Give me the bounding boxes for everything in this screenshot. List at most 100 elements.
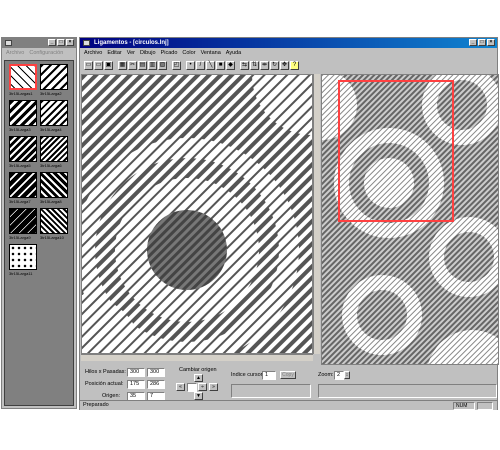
swatch-label: 3tr15Larga7 bbox=[9, 199, 31, 204]
swatch-label: 3tr15Larga6 bbox=[40, 163, 62, 168]
swatch-thumbnail[interactable] bbox=[9, 244, 37, 270]
flip-h-icon[interactable]: ⇆ bbox=[240, 60, 249, 70]
pos-x-field[interactable]: 175 bbox=[127, 380, 145, 389]
swatch-label: 3tr15Largas1 bbox=[9, 91, 33, 96]
cut-icon[interactable]: ✂ bbox=[128, 60, 137, 70]
menu-color[interactable]: Color bbox=[182, 50, 195, 56]
main-title: Ligamentos - [circulos.lnj] bbox=[94, 40, 169, 46]
swatch-label: 3tr15Larga9 bbox=[9, 235, 31, 240]
app-icon bbox=[83, 40, 90, 46]
editor-vertical-scrollbar[interactable] bbox=[313, 74, 320, 354]
swatch-label: 3tr15Larga10 bbox=[40, 235, 64, 240]
swatch-thumbnail[interactable] bbox=[9, 208, 37, 234]
swatch-label: 3tr15Larga8 bbox=[40, 199, 62, 204]
swatch-thumbnail[interactable] bbox=[9, 136, 37, 162]
palette-menubar: Archivo Configuración bbox=[2, 48, 76, 58]
paste-icon[interactable]: ▥ bbox=[148, 60, 157, 70]
menu-ayuda[interactable]: Ayuda bbox=[226, 50, 242, 56]
palette-titlebar[interactable]: _ □ × bbox=[2, 38, 76, 48]
swatch-thumbnail[interactable] bbox=[40, 136, 68, 162]
zoom-spinner[interactable]: ↕ bbox=[344, 371, 350, 379]
indice-cursor-field[interactable]: 1 bbox=[262, 371, 276, 380]
swatch-thumbnail[interactable] bbox=[40, 208, 68, 234]
maximize-button[interactable]: □ bbox=[57, 39, 65, 46]
pasadas-field[interactable]: 300 bbox=[147, 368, 165, 377]
swatch-label: 3tr15Larga2 bbox=[40, 91, 62, 96]
rotate-icon[interactable]: ↻ bbox=[270, 60, 279, 70]
save-icon[interactable]: ▣ bbox=[104, 60, 113, 70]
toolbar: ▭ ▭ ▣ ▦ ✂ ▤ ▥ ▨ ◰ • / ╲ ■ ◆ ⇆ ⇅ ⇹ ↻ ✥? bbox=[80, 59, 497, 71]
move-icon[interactable]: ✥ bbox=[280, 60, 289, 70]
menu-ver[interactable]: Ver bbox=[127, 50, 135, 56]
origin-right-fast-button[interactable]: » bbox=[209, 383, 218, 391]
print-icon[interactable]: ▨ bbox=[158, 60, 167, 70]
hilos-field[interactable]: 300 bbox=[127, 368, 145, 377]
minimize-button[interactable]: _ bbox=[469, 39, 477, 46]
zoom-icon[interactable]: ◰ bbox=[172, 60, 181, 70]
status-text: Preparado bbox=[83, 402, 109, 408]
swatch-thumbnail[interactable] bbox=[40, 64, 68, 90]
origin-down-button[interactable]: ▼ bbox=[194, 392, 203, 400]
line-icon[interactable]: ╲ bbox=[206, 60, 215, 70]
origin-up-button[interactable]: ▲ bbox=[194, 374, 203, 382]
pointer-icon[interactable]: • bbox=[186, 60, 195, 70]
weave-editor-canvas[interactable] bbox=[81, 74, 313, 354]
open-icon[interactable]: ▭ bbox=[94, 60, 103, 70]
swatch-thumbnail[interactable] bbox=[9, 100, 37, 126]
editor-horizontal-scrollbar[interactable] bbox=[81, 354, 313, 361]
indice-cursor-label: Indice cursor: bbox=[231, 372, 265, 378]
swatch-label: 3tr15Larga11 bbox=[9, 271, 33, 276]
swatch-thumbnail[interactable] bbox=[9, 64, 37, 90]
origen-label: Origen: bbox=[102, 393, 121, 399]
maximize-button[interactable]: □ bbox=[478, 39, 486, 46]
copy-icon[interactable]: ▤ bbox=[138, 60, 147, 70]
flip-v-icon[interactable]: ⇅ bbox=[250, 60, 259, 70]
posicion-label: Posición actual: bbox=[85, 381, 124, 387]
swatch-label: 3tr15Larga3 bbox=[9, 127, 31, 132]
pos-y-field[interactable]: 286 bbox=[147, 380, 165, 389]
cambiar-origen-label: Cambiar origen bbox=[179, 367, 217, 373]
menu-archivo[interactable]: Archivo bbox=[6, 50, 24, 56]
origin-step-field[interactable] bbox=[187, 383, 197, 392]
close-button[interactable]: × bbox=[66, 39, 74, 46]
copy-button[interactable]: Copy bbox=[280, 371, 296, 379]
swatch-thumbnail[interactable] bbox=[9, 172, 37, 198]
swatch-palette-window: _ □ × Archivo Configuración 3tr15Largas1… bbox=[1, 37, 77, 409]
status-cell-blank bbox=[477, 402, 493, 410]
swatch-thumbnail[interactable] bbox=[40, 172, 68, 198]
grid-icon[interactable]: ▦ bbox=[118, 60, 127, 70]
menu-configuracion[interactable]: Configuración bbox=[29, 50, 63, 56]
menu-editar[interactable]: Editar bbox=[107, 50, 121, 56]
menu-picado[interactable]: Picado bbox=[161, 50, 178, 56]
fill-icon[interactable]: ■ bbox=[216, 60, 225, 70]
zoom-label: Zoom: bbox=[318, 372, 334, 378]
zoom-info-box bbox=[318, 384, 497, 398]
invert-icon[interactable]: ◆ bbox=[226, 60, 235, 70]
origin-center-button[interactable]: ÷ bbox=[198, 383, 207, 391]
close-button[interactable]: × bbox=[487, 39, 495, 46]
cursor-info-box bbox=[231, 384, 311, 398]
status-bar: Preparado NUM bbox=[80, 400, 497, 410]
menu-ventana[interactable]: Ventana bbox=[201, 50, 221, 56]
minimize-button[interactable]: _ bbox=[48, 39, 56, 46]
pencil-icon[interactable]: / bbox=[196, 60, 205, 70]
swatch-thumbnail[interactable] bbox=[40, 100, 68, 126]
app-icon bbox=[5, 40, 12, 46]
zoom-field[interactable]: 2 bbox=[334, 371, 344, 380]
help-icon[interactable]: ? bbox=[290, 60, 299, 70]
weave-pattern-tiled bbox=[322, 75, 498, 364]
num-indicator: NUM bbox=[453, 402, 475, 410]
hilos-label: Hilos x Pasadas: bbox=[85, 369, 126, 375]
weave-preview-canvas[interactable] bbox=[321, 74, 499, 365]
shift-icon[interactable]: ⇹ bbox=[260, 60, 269, 70]
menu-archivo[interactable]: Archivo bbox=[84, 50, 102, 56]
new-icon[interactable]: ▭ bbox=[84, 60, 93, 70]
swatch-label: 3tr15Larga4 bbox=[40, 127, 62, 132]
main-window: Ligamentos - [circulos.lnj] _ □ × Archiv… bbox=[79, 37, 499, 410]
main-menubar: Archivo Editar Ver Dibujo Picado Color V… bbox=[80, 48, 497, 58]
origin-left-fast-button[interactable]: « bbox=[176, 383, 185, 391]
main-titlebar[interactable]: Ligamentos - [circulos.lnj] _ □ × bbox=[80, 38, 497, 48]
weave-pattern-zoomed bbox=[82, 75, 312, 353]
menu-dibujo[interactable]: Dibujo bbox=[140, 50, 156, 56]
swatch-label: 3tr15Larga5 bbox=[9, 163, 31, 168]
